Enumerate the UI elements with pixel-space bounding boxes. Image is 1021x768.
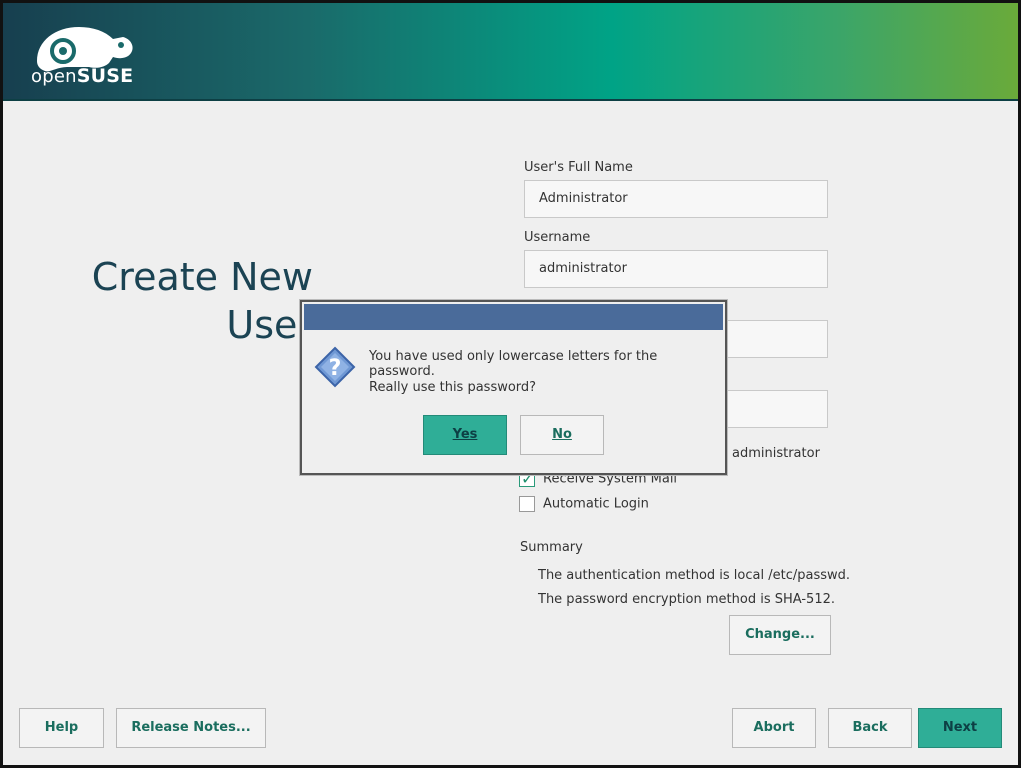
username-field[interactable]: administrator bbox=[524, 250, 828, 288]
summary-auth-method: The authentication method is local /etc/… bbox=[538, 568, 851, 583]
opensuse-wordmark: openSUSE bbox=[31, 65, 134, 87]
full-name-label: User's Full Name bbox=[524, 160, 633, 175]
back-button[interactable]: Back bbox=[828, 708, 912, 748]
next-button[interactable]: Next bbox=[918, 708, 1002, 748]
checkbox-unchecked-icon bbox=[519, 496, 535, 512]
dialog-titlebar bbox=[304, 304, 723, 330]
dialog-message-line2: Really use this password? bbox=[369, 380, 537, 395]
password-warning-dialog: ? You have used only lowercase letters f… bbox=[300, 300, 727, 475]
yes-button[interactable]: Yes bbox=[423, 415, 507, 455]
svg-text:?: ? bbox=[329, 356, 342, 381]
automatic-login-label: Automatic Login bbox=[543, 496, 649, 512]
help-button[interactable]: Help bbox=[19, 708, 104, 748]
release-notes-button[interactable]: Release Notes... bbox=[116, 708, 266, 748]
full-name-field[interactable]: Administrator bbox=[524, 180, 828, 218]
admin-password-option-label: administrator bbox=[732, 446, 820, 461]
header-banner: openSUSE bbox=[3, 3, 1018, 101]
summary-encryption-method: The password encryption method is SHA-51… bbox=[538, 592, 835, 607]
summary-heading: Summary bbox=[520, 540, 583, 555]
username-label: Username bbox=[524, 230, 591, 245]
dialog-message-line1: You have used only lowercase letters for… bbox=[369, 349, 658, 379]
installer-window: openSUSE Create New User User's Full Nam… bbox=[0, 0, 1021, 768]
automatic-login-checkbox[interactable]: Automatic Login bbox=[519, 496, 649, 512]
page-title: Create New User bbox=[91, 255, 313, 347]
change-button[interactable]: Change... bbox=[729, 615, 831, 655]
question-icon: ? bbox=[314, 346, 356, 388]
abort-button[interactable]: Abort bbox=[732, 708, 816, 748]
no-button[interactable]: No bbox=[520, 415, 604, 455]
